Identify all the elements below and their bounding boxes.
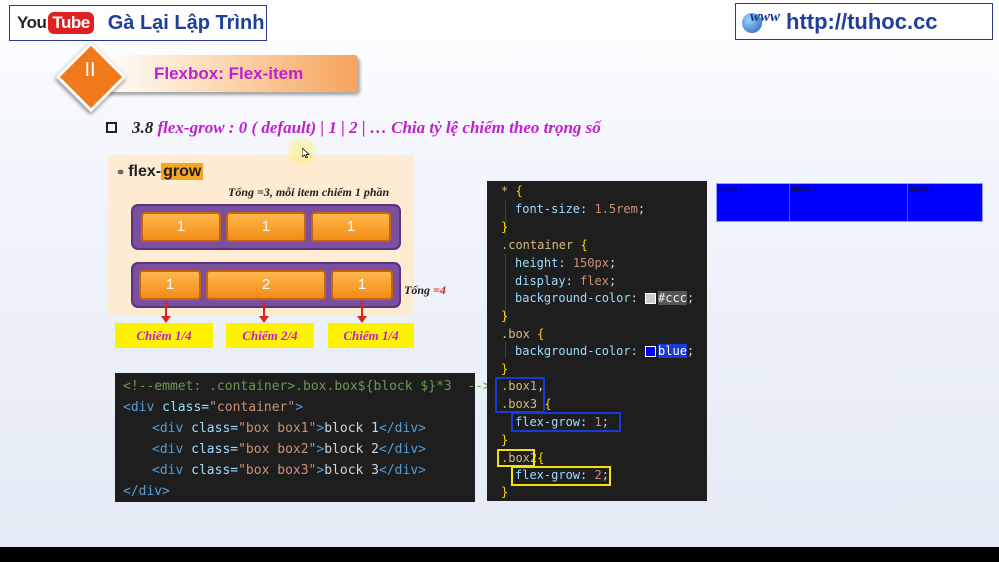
render-preview: block 1 block 2 block 3 bbox=[716, 183, 983, 222]
code-line: <div class="container"> bbox=[123, 400, 304, 415]
css-line: } bbox=[501, 433, 509, 447]
css-line: .box { bbox=[501, 327, 545, 341]
arrow-down-icon bbox=[357, 316, 367, 323]
illustration-title-prefix: flex- bbox=[128, 163, 162, 180]
css-line: display: flex; bbox=[515, 274, 617, 288]
flex-item: 1 bbox=[311, 212, 391, 242]
css-line: } bbox=[501, 485, 509, 499]
channel-name: Gà Lại Lập Trình bbox=[107, 11, 265, 34]
color-swatch-icon bbox=[645, 346, 657, 357]
illustration-note-top: Tổng =3, mỗi item chiếm 1 phần bbox=[228, 185, 390, 199]
arrow-down-icon bbox=[259, 316, 269, 323]
code-line: <!--emmet: .container>.box.box${block $}… bbox=[123, 379, 491, 394]
section-title: Flexbox: Flex-item bbox=[154, 64, 304, 83]
indent-guide bbox=[505, 342, 506, 358]
flex-row-equal: 1 1 1 bbox=[133, 206, 399, 248]
arrow-line bbox=[263, 301, 265, 317]
selector-highlight-box bbox=[497, 449, 535, 467]
css-line: } bbox=[501, 220, 509, 234]
www-logo-text: www bbox=[750, 8, 781, 25]
section-number: II bbox=[84, 59, 96, 81]
share-label: Chiếm 2/4 bbox=[226, 323, 314, 348]
topic-number: 3.8 bbox=[132, 118, 154, 137]
flex-item: 1 bbox=[141, 212, 221, 242]
youtube-logo-text: You bbox=[17, 13, 47, 32]
slide: You Tube Gà Lại Lập Trình www http://tuh… bbox=[0, 0, 999, 547]
flex-item: 1 bbox=[139, 270, 201, 300]
youtube-logo-badge: Tube bbox=[48, 12, 94, 34]
flex-item: 1 bbox=[226, 212, 306, 242]
illustration-title: ⚭ flex-grow bbox=[116, 163, 204, 181]
css-line: .container { bbox=[501, 238, 588, 252]
section-banner: Flexbox: Flex-item bbox=[102, 55, 358, 92]
bottom-bar bbox=[0, 547, 999, 562]
site-header: www http://tuhoc.cc bbox=[735, 3, 993, 40]
share-label: Chiếm 1/4 bbox=[115, 323, 213, 348]
code-line: <div class="box box1">block 1</div> bbox=[152, 421, 426, 436]
code-line: <div class="box box3">block 3</div> bbox=[152, 463, 426, 478]
css-line: height: 150px; bbox=[515, 256, 617, 270]
note-bottom-value: =4 bbox=[433, 283, 446, 297]
site-url: http://tuhoc.cc bbox=[786, 8, 938, 34]
css-line: font-size: 1.5rem; bbox=[515, 202, 646, 216]
arrow-down-icon bbox=[161, 316, 171, 323]
flex-row-weighted: 1 2 1 bbox=[133, 264, 399, 306]
preview-block: block 1 bbox=[717, 184, 790, 221]
html-code-panel: <!--emmet: .container>.box.box${block $}… bbox=[115, 373, 491, 502]
topic-text: flex-grow : 0 ( default) | 1 | 2 | … Chi… bbox=[157, 118, 601, 137]
topic-heading: 3.8 flex-grow : 0 ( default) | 1 | 2 | …… bbox=[132, 118, 601, 138]
rule-highlight-box bbox=[511, 412, 621, 432]
preview-block: block 3 bbox=[909, 185, 935, 193]
arrow-line bbox=[165, 301, 167, 317]
code-line: </div> bbox=[123, 484, 170, 499]
flex-item: 1 bbox=[331, 270, 393, 300]
selector-highlight-box bbox=[495, 377, 545, 413]
illustration-note-bottom: Tổng =4 bbox=[404, 283, 446, 298]
link-icon: ⚭ bbox=[116, 167, 126, 179]
note-bottom-prefix: Tổng bbox=[404, 283, 434, 297]
illustration-title-highlight: grow bbox=[161, 163, 204, 180]
preview-block: block 2 bbox=[790, 184, 908, 221]
globe-icon: www bbox=[740, 7, 780, 37]
code-line: <div class="box box2">block 2</div> bbox=[152, 442, 426, 457]
flex-item: 2 bbox=[206, 270, 326, 300]
css-line: } bbox=[501, 362, 509, 376]
css-line: * { bbox=[501, 184, 523, 198]
channel-header: You Tube Gà Lại Lập Trình bbox=[9, 5, 267, 41]
share-label: Chiếm 1/4 bbox=[328, 323, 414, 348]
mouse-cursor-icon bbox=[302, 148, 310, 158]
rule-highlight-box bbox=[511, 466, 611, 486]
css-code-panel: * { font-size: 1.5rem; } .container { he… bbox=[487, 181, 707, 501]
css-line: } bbox=[501, 309, 509, 323]
css-line: background-color: #ccc; bbox=[515, 291, 695, 305]
color-swatch-icon bbox=[645, 293, 657, 304]
flex-grow-illustration: ⚭ flex-grow Tổng =3, mỗi item chiếm 1 phầ… bbox=[108, 155, 414, 316]
css-line: background-color: blue; bbox=[515, 344, 695, 358]
arrow-line bbox=[361, 301, 363, 317]
checkbox-bullet-icon bbox=[106, 122, 117, 133]
